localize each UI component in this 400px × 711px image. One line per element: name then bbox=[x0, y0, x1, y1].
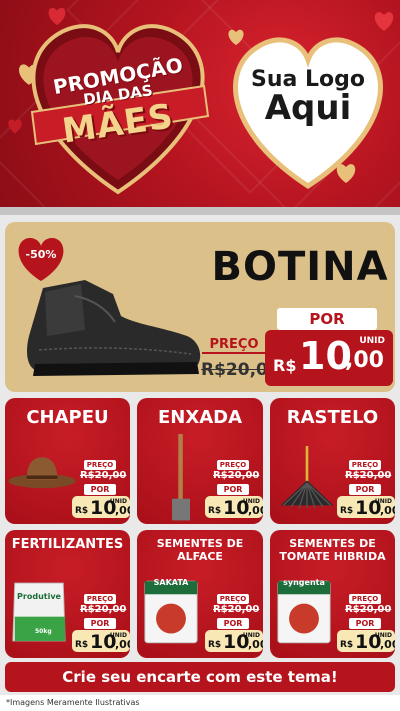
new-price: R$ 10 ,00 UNID bbox=[72, 496, 130, 519]
header-banner: PROMOÇÃO DIA DAS MÃES Sua Logo Aqui bbox=[0, 0, 400, 213]
logo-placeholder[interactable]: Sua Logo Aqui bbox=[222, 68, 394, 127]
product-card[interactable]: CHAPEU PREÇOR$20,00 POR R$ 10 ,00 UNID bbox=[5, 398, 130, 524]
old-price: R$20,00 bbox=[345, 604, 392, 615]
promo-title: PROMOÇÃO DIA DAS MÃES bbox=[18, 12, 218, 197]
por-label: POR bbox=[349, 484, 381, 495]
product-card[interactable]: FERTILIZANTES Produtive 50kg PREÇO R$20,00 PO… bbox=[5, 530, 130, 658]
new-price: R$ 10 ,00 UNID bbox=[337, 630, 395, 653]
preco-label: PREÇO bbox=[217, 460, 249, 470]
new-price: R$ 10 ,00 UNID bbox=[265, 330, 393, 386]
preco-label: PREÇO bbox=[202, 336, 266, 354]
new-price-dec: ,00 bbox=[345, 348, 384, 373]
footer-disclaimer: *Imagens Meramente Ilustrativas bbox=[0, 695, 400, 711]
new-price: R$ 10 ,00 UNID bbox=[205, 630, 263, 653]
cta-banner[interactable]: Crie seu encarte com este tema! bbox=[5, 662, 395, 692]
unid-label: UNID bbox=[374, 632, 392, 639]
rake-icon bbox=[274, 438, 340, 520]
product-card[interactable]: SEMENTES DE ALFACE SAKATA PREÇO R$20,00 POR … bbox=[137, 530, 263, 658]
unid-label: UNID bbox=[374, 498, 392, 505]
hat-icon bbox=[7, 448, 77, 496]
new-price: R$ 10 ,00 UNID bbox=[205, 496, 263, 519]
product-title: ENXADA bbox=[157, 407, 243, 428]
featured-title: BOTINA bbox=[211, 244, 389, 290]
new-price-currency: R$ bbox=[340, 506, 354, 516]
new-price-currency: R$ bbox=[340, 640, 354, 650]
new-price-currency: R$ bbox=[208, 640, 222, 650]
old-price: R$20,00 bbox=[345, 470, 392, 481]
product-title: SEMENTES DE TOMATE HIBRIDA bbox=[279, 537, 386, 563]
por-label: POR bbox=[84, 618, 116, 629]
package-brand: SAKATA bbox=[153, 578, 189, 587]
old-price: R$20,00 bbox=[213, 604, 260, 615]
por-label: POR bbox=[349, 618, 381, 629]
new-price-currency: R$ bbox=[75, 506, 89, 516]
unid-label: UNID bbox=[242, 632, 260, 639]
package-brand: syngenta bbox=[283, 578, 325, 587]
product-title: FERTILIZANTES bbox=[11, 537, 124, 552]
product-title: CHAPEU bbox=[26, 407, 109, 428]
boot-icon bbox=[27, 280, 201, 376]
product-card[interactable]: ENXADA PREÇOR$20,00 POR R$ 10 ,00 UNID bbox=[137, 398, 263, 524]
new-price-currency: R$ bbox=[75, 640, 89, 650]
product-title: SEMENTES DE ALFACE bbox=[156, 537, 244, 563]
new-price-currency: R$ bbox=[208, 506, 222, 516]
product-card[interactable]: SEMENTES DE TOMATE HIBRIDA syngenta PREÇO R… bbox=[270, 530, 395, 658]
unid-label: UNID bbox=[109, 632, 127, 639]
old-price: R$20,00 bbox=[80, 604, 127, 615]
heart-icon bbox=[374, 12, 394, 32]
old-price: R$20,00 bbox=[80, 470, 127, 481]
preco-label: PREÇO bbox=[84, 460, 116, 470]
new-price-currency: R$ bbox=[273, 356, 297, 375]
divider bbox=[0, 207, 400, 215]
new-price-int: 10 bbox=[299, 334, 352, 378]
preco-label: PREÇO bbox=[217, 594, 249, 604]
new-price: R$ 10 ,00 UNID bbox=[72, 630, 130, 653]
product-title: RASTELO bbox=[286, 407, 379, 428]
new-price-dec: ,00 bbox=[380, 504, 395, 517]
preco-label: PREÇO bbox=[349, 460, 381, 470]
new-price: R$ 10 ,00 UNID bbox=[337, 496, 395, 519]
preco-label: PREÇO bbox=[349, 594, 381, 604]
por-label: POR bbox=[217, 484, 249, 495]
package-brand: Produtive bbox=[17, 592, 61, 601]
new-price-dec: ,00 bbox=[380, 638, 395, 651]
new-price-dec: ,00 bbox=[248, 504, 263, 517]
unid-label: UNID bbox=[359, 336, 385, 346]
unid-label: UNID bbox=[242, 498, 260, 505]
hoe-icon bbox=[161, 434, 201, 524]
unid-label: UNID bbox=[109, 498, 127, 505]
new-price-dec: ,00 bbox=[248, 638, 263, 651]
por-label: POR bbox=[277, 308, 377, 330]
logo-line-2: Aqui bbox=[264, 88, 352, 129]
discount-badge: -50% bbox=[25, 248, 57, 261]
por-label: POR bbox=[84, 484, 116, 495]
new-price-dec: ,00 bbox=[115, 504, 130, 517]
package-weight: 50kg bbox=[35, 628, 52, 635]
por-label: POR bbox=[217, 618, 249, 629]
new-price-dec: ,00 bbox=[115, 638, 130, 651]
fertilizer-bag-icon bbox=[11, 574, 67, 650]
old-price: R$20,00 bbox=[213, 470, 260, 481]
preco-label: PREÇO bbox=[84, 594, 116, 604]
featured-product-card[interactable]: -50% BOTINA PREÇO R$20,00 POR R$ 10 ,00 … bbox=[5, 222, 395, 392]
product-card[interactable]: RASTELO PREÇOR$20,00 POR R$ 10 ,00 UNID bbox=[270, 398, 395, 524]
